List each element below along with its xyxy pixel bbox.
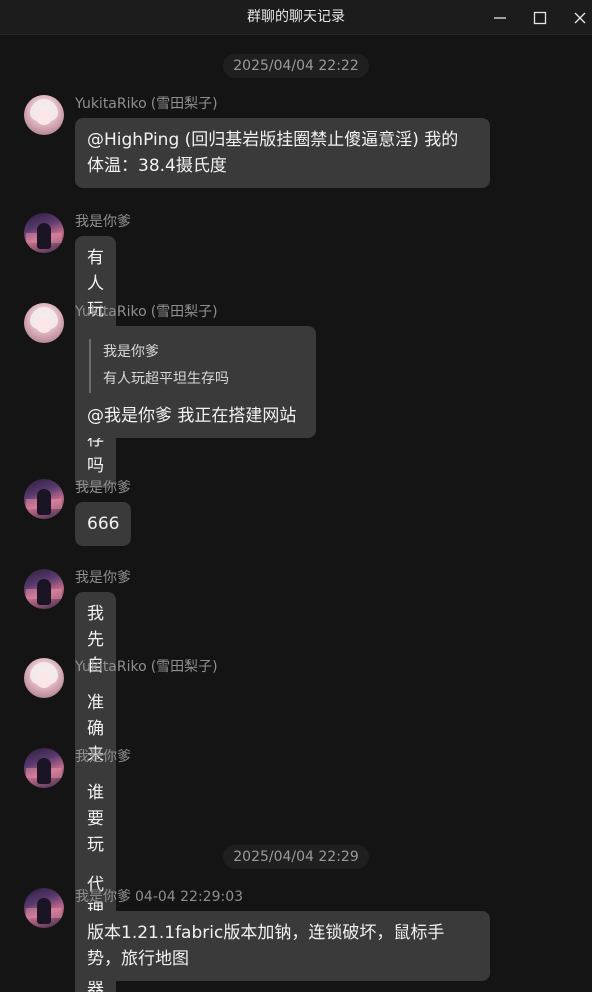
close-button[interactable]: [560, 0, 592, 35]
sender-name: YukitaRiko: [75, 304, 147, 320]
close-icon: [574, 12, 586, 23]
sender-line: 我是你爹: [75, 213, 131, 231]
sender-line: 我是你爹: [75, 748, 131, 766]
sender-name: 我是你爹: [75, 889, 131, 905]
title-bar: 群聊的聊天记录: [0, 0, 592, 35]
time-separator: 2025/04/04 22:22: [0, 54, 592, 78]
maximize-icon: [533, 11, 547, 24]
message-bubble[interactable]: 666: [75, 502, 132, 546]
message-text: @我是你爹 我正在搭建网站: [87, 406, 297, 426]
maximize-button[interactable]: [520, 0, 560, 35]
sender-line: YukitaRiko (雪田梨子): [75, 303, 218, 321]
avatar[interactable]: [24, 95, 64, 135]
sender-line: 我是你爹: [75, 479, 131, 497]
message-time: 04-04 22:29:03: [135, 889, 244, 905]
message-text: 666: [87, 514, 120, 534]
sender-name: YukitaRiko: [75, 96, 147, 112]
sender-line: 我是你爹 04-04 22:29:03: [75, 888, 243, 906]
sender-line: YukitaRiko (雪田梨子): [75, 658, 218, 676]
message-text-line: 势，旅行地图: [87, 949, 189, 969]
avatar[interactable]: [24, 658, 64, 698]
message-text-line: 版本1.21.1fabric版本加钠，连锁破坏，鼠标手: [87, 923, 445, 943]
chat-history[interactable]: 2025/04/04 22:22 YukitaRiko (雪田梨子) @HighP…: [0, 35, 592, 992]
quoted-message[interactable]: 我是你爹 有人玩超平坦生存吗: [89, 339, 304, 393]
sender-nickname: (雪田梨子): [150, 304, 218, 320]
sender-name: 我是你爹: [75, 570, 131, 586]
message-bubble[interactable]: 版本1.21.1fabric版本加钠，连锁破坏，鼠标手 势，旅行地图: [75, 911, 490, 981]
quote-sender: 我是你爹: [103, 344, 159, 360]
message-text-line: 体温：38.4摄氏度: [87, 156, 227, 176]
sender-name: 我是你爹: [75, 480, 131, 496]
message-text-line: @HighPing (回归基岩版挂圈禁止傻逼意淫) 我的: [87, 130, 459, 150]
sender-nickname: (雪田梨子): [150, 96, 218, 112]
avatar[interactable]: [24, 213, 64, 253]
timestamp: 2025/04/04 22:22: [223, 54, 369, 78]
message-bubble[interactable]: 我是你爹 有人玩超平坦生存吗 @我是你爹 我正在搭建网站: [75, 326, 316, 438]
timestamp: 2025/04/04 22:29: [223, 845, 369, 869]
minimize-icon: [494, 16, 506, 19]
avatar[interactable]: [24, 303, 64, 343]
avatar[interactable]: [24, 888, 64, 928]
message-bubble[interactable]: @HighPing (回归基岩版挂圈禁止傻逼意淫) 我的 体温：38.4摄氏度: [75, 118, 490, 188]
sender-line: YukitaRiko (雪田梨子): [75, 95, 218, 113]
avatar[interactable]: [24, 479, 64, 519]
avatar[interactable]: [24, 748, 64, 788]
sender-nickname: (雪田梨子): [150, 659, 218, 675]
quote-text: 有人玩超平坦生存吗: [103, 371, 229, 387]
sender-line: 我是你爹: [75, 569, 131, 587]
avatar[interactable]: [24, 569, 64, 609]
time-separator: 2025/04/04 22:29: [0, 845, 592, 869]
minimize-button[interactable]: [480, 0, 520, 35]
sender-name: YukitaRiko: [75, 659, 147, 675]
sender-name: 我是你爹: [75, 214, 131, 230]
sender-name: 我是你爹: [75, 749, 131, 765]
